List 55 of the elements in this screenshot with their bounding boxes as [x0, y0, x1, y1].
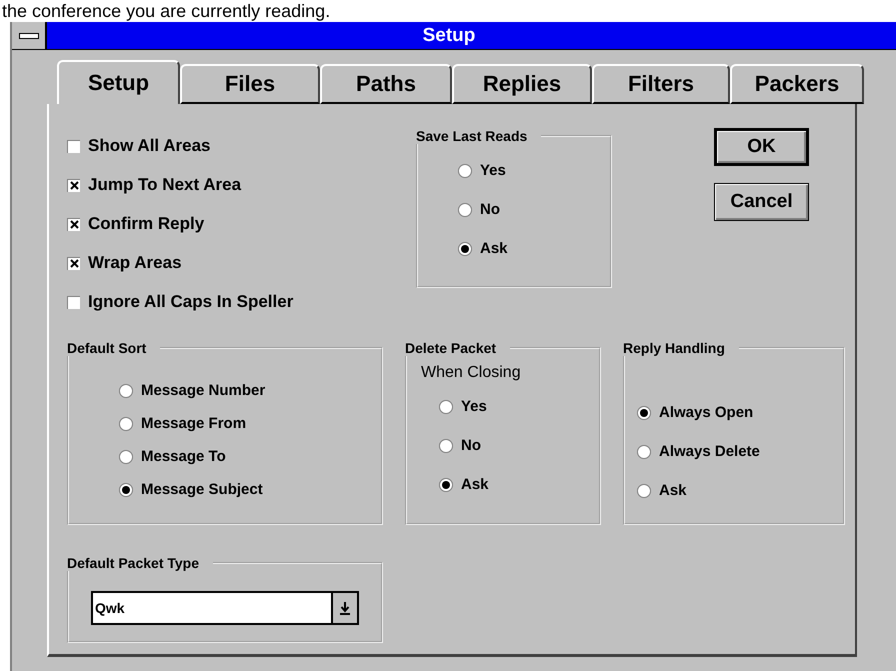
radio-button[interactable] [458, 202, 472, 216]
group-title: Default Packet Type [67, 555, 200, 571]
radio-button[interactable] [637, 406, 651, 420]
dialog-button[interactable]: Cancel [714, 183, 809, 221]
radio-label: Message Number [141, 382, 266, 399]
tab[interactable]: Setup [57, 60, 180, 104]
radio-label: Always Delete [659, 443, 760, 460]
tab[interactable]: Files [180, 64, 320, 104]
checkbox[interactable] [67, 218, 80, 230]
radio-button[interactable] [439, 400, 453, 414]
group-title: Reply Handling [623, 340, 726, 356]
radio-label: Ask [461, 476, 489, 493]
radio-button[interactable] [119, 416, 133, 430]
radio-label: Yes [461, 398, 487, 415]
group-title: Delete Packet [405, 340, 498, 356]
radio-label: Message From [141, 415, 246, 432]
radio-label: Message Subject [141, 481, 263, 498]
tab[interactable]: Paths [320, 64, 452, 104]
checkbox[interactable] [67, 296, 80, 308]
radio-label: Yes [480, 162, 506, 179]
radio-label: No [480, 201, 500, 218]
group-title: Default Sort [67, 340, 148, 356]
tab[interactable]: Filters [592, 64, 730, 104]
checkbox-label: Show All Areas [88, 136, 210, 156]
window-title: Setup [422, 24, 476, 46]
tab[interactable]: Replies [452, 64, 592, 104]
checkbox-label: Confirm Reply [88, 214, 204, 234]
checkbox-label: Jump To Next Area [88, 175, 242, 195]
radio-button[interactable] [637, 444, 651, 458]
radio-label: Always Open [659, 404, 754, 421]
minus-icon [18, 32, 38, 38]
radio-button[interactable] [637, 484, 651, 498]
radio-button[interactable] [458, 242, 472, 256]
packet-type-dropdown[interactable]: Qwk [91, 591, 359, 625]
checkbox[interactable] [67, 178, 80, 192]
checkbox[interactable] [67, 140, 80, 152]
radio-label: No [461, 437, 481, 454]
radio-label: Ask [659, 482, 687, 499]
tab[interactable]: Packers [730, 64, 864, 104]
radio-button[interactable] [119, 482, 133, 496]
radio-button[interactable] [119, 450, 133, 464]
group-subtitle: When Closing [421, 364, 521, 382]
checkbox-label: Ignore All Caps In Speller [88, 292, 294, 312]
radio-label: Message To [141, 448, 226, 465]
radio-button[interactable] [439, 478, 453, 492]
dialog-button[interactable]: OK [714, 128, 809, 166]
down-arrow-icon [340, 601, 350, 615]
checkbox[interactable] [67, 256, 80, 270]
radio-label: Ask [480, 240, 508, 257]
intro-text: the conference you are currently reading. [2, 0, 330, 22]
radio-button[interactable] [119, 384, 133, 398]
radio-button[interactable] [458, 164, 472, 178]
checkbox-label: Wrap Areas [88, 253, 182, 273]
radio-button[interactable] [439, 438, 453, 452]
group-title: Save Last Reads [416, 128, 528, 144]
